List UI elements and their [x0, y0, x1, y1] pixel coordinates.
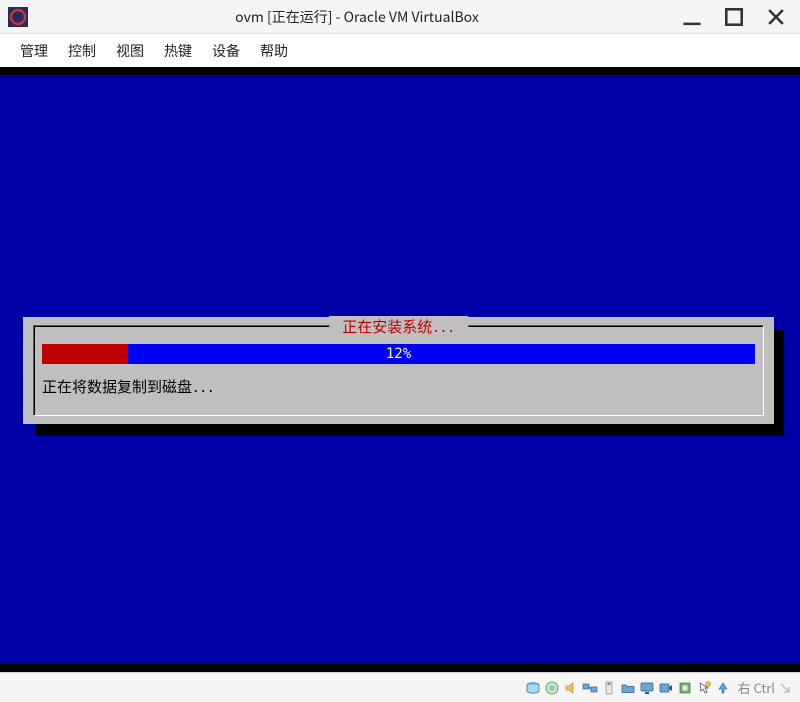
optical-drive-icon[interactable] [543, 679, 561, 697]
window-title: ovm [正在运行] - Oracle VM VirtualBox [34, 7, 680, 27]
progress-bar: 12% [42, 344, 755, 364]
display-icon[interactable] [638, 679, 656, 697]
menu-control[interactable]: 控制 [60, 37, 104, 65]
menu-devices[interactable]: 设备 [204, 37, 248, 65]
guest-border-top [0, 68, 800, 75]
maximize-button[interactable] [722, 5, 746, 29]
close-button[interactable] [764, 5, 788, 29]
usb-icon[interactable] [600, 679, 618, 697]
menu-help[interactable]: 帮助 [252, 37, 296, 65]
dialog-title: 正在安装系统... [329, 316, 469, 337]
menu-input[interactable]: 热键 [156, 37, 200, 65]
status-icons [524, 679, 732, 697]
vm-display[interactable]: 正在安装系统... 12% 正在将数据复制到磁盘... [0, 67, 800, 672]
keyboard-capture-icon[interactable] [714, 679, 732, 697]
menu-manage[interactable]: 管理 [12, 37, 56, 65]
hostkey-arrow-icon [778, 681, 792, 695]
menu-view[interactable]: 视图 [108, 37, 152, 65]
app-icon [8, 7, 28, 27]
guest-border-bottom [0, 663, 800, 672]
host-key-indicator[interactable]: 右 Ctrl [738, 678, 792, 697]
window-controls [680, 5, 792, 29]
recording-icon[interactable] [657, 679, 675, 697]
minimize-button[interactable] [680, 5, 704, 29]
host-key-label: 右 Ctrl [738, 678, 775, 697]
network-icon[interactable] [581, 679, 599, 697]
installer-status-text: 正在将数据复制到磁盘... [42, 376, 215, 397]
progress-label: 12% [42, 344, 755, 364]
installer-dialog: 正在安装系统... 12% 正在将数据复制到磁盘... [23, 317, 774, 424]
dialog-frame: 正在安装系统... 12% 正在将数据复制到磁盘... [33, 325, 764, 416]
guest-content: 正在安装系统... 12% 正在将数据复制到磁盘... [0, 75, 800, 663]
shared-folders-icon[interactable] [619, 679, 637, 697]
hard-disk-icon[interactable] [524, 679, 542, 697]
window-titlebar: ovm [正在运行] - Oracle VM VirtualBox [0, 0, 800, 34]
cpu-icon[interactable] [676, 679, 694, 697]
audio-icon[interactable] [562, 679, 580, 697]
mouse-integration-icon[interactable] [695, 679, 713, 697]
statusbar: 右 Ctrl [0, 672, 800, 702]
menubar: 管理 控制 视图 热键 设备 帮助 [0, 34, 800, 67]
